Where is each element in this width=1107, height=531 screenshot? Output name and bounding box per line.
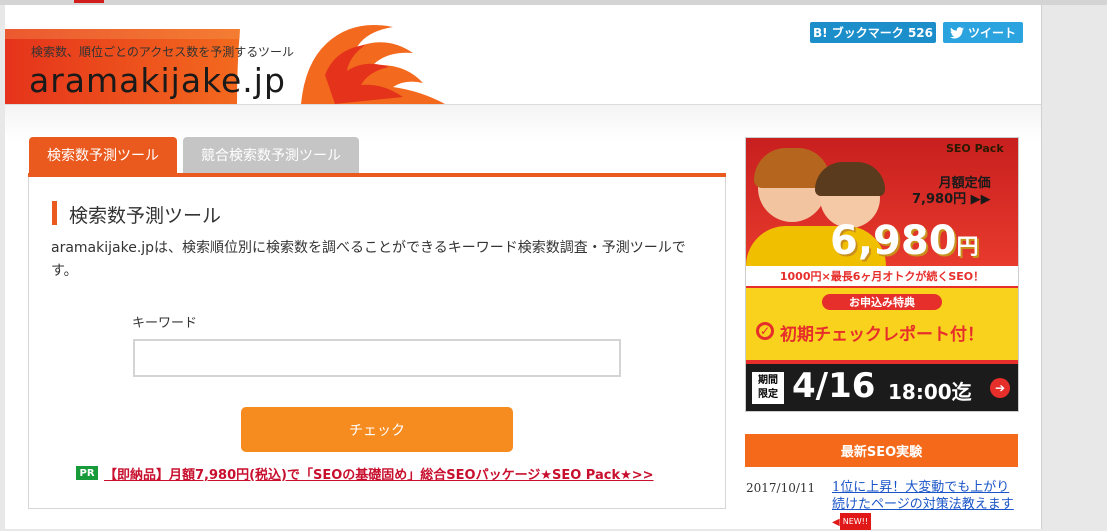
ad-special-box: お申込み特典 ✓ 初期チェックレポート付！ — [746, 288, 1018, 360]
ad-deadline-date: 4/16 — [792, 366, 876, 406]
ad-special-label: お申込み特典 — [822, 294, 942, 310]
seo-pack-banner-ad[interactable]: SEO Pack 月額定価 7,980円 ▶▶ 6,980円 1000円×最長6… — [745, 137, 1019, 412]
section-title: 検索数予測ツール — [69, 205, 222, 227]
tab-search-volume-tool[interactable]: 検索数予測ツール — [29, 137, 177, 173]
ad-brand: SEO Pack — [946, 142, 1004, 155]
ad-special-text: 初期チェックレポート付！ — [780, 325, 984, 345]
ad-sale-unit: 円 — [956, 235, 979, 260]
news-date: 2017/10/11 — [746, 481, 816, 495]
news-link[interactable]: 1位に上昇！大変動でも上がり続けたページの対策法教えます ◀ NEW!! — [832, 479, 1022, 531]
page: 検索数、順位ごとのアクセス数を予測するツール aramakijake.jp B!… — [5, 5, 1042, 531]
ad-limited-badge: 期間 限定 — [752, 372, 784, 404]
tweet-button-label: ツイート — [967, 26, 1016, 40]
ad-deadline-time: 18:00迄 — [888, 380, 972, 404]
ad-regular-price: 月額定価 7,980円 ▶▶ — [912, 176, 991, 208]
site-tagline: 検索数、順位ごとのアクセス数を予測するツール — [31, 45, 295, 59]
tool-description: aramakijake.jpは、検索順位別に検索数を調べることができるキーワード… — [51, 240, 686, 279]
new-arrow-icon: ◀ — [832, 517, 840, 528]
news-title: 1位に上昇！大変動でも上がり続けたページの対策法教えます — [832, 480, 1014, 512]
hatena-bookmark-button[interactable]: B! ブックマーク 526 — [810, 22, 936, 43]
header-sub-band — [5, 105, 1041, 141]
tweet-button[interactable]: ツイート — [943, 22, 1023, 43]
pr-ad-link[interactable]: 【即納品】月額7,980円(税込)で「SEOの基礎固め」総合SEOパッケージ★S… — [104, 464, 654, 483]
keyword-label: キーワード — [132, 316, 198, 331]
latest-seo-experiments-heading: 最新SEO実験 — [745, 434, 1018, 467]
ad-limited-line1: 期間 — [758, 375, 778, 386]
arrow-right-icon: ➔ — [990, 378, 1010, 398]
ad-limited-line2: 限定 — [758, 389, 778, 400]
check-button[interactable]: チェック — [241, 407, 513, 452]
tab-competitor-search-volume-tool[interactable]: 競合検索数予測ツール — [183, 137, 359, 173]
site-header: 検索数、順位ごとのアクセス数を予測するツール aramakijake.jp B!… — [5, 5, 1041, 105]
new-badge: NEW!! — [839, 513, 872, 530]
keyword-input[interactable] — [133, 339, 621, 377]
ad-sale-price: 6,980円 — [830, 218, 979, 264]
ad-regular-label: 月額定価 — [938, 176, 991, 191]
twitter-bird-icon — [949, 26, 964, 39]
section-title-accent — [52, 201, 57, 225]
pr-badge: PR — [76, 466, 98, 480]
check-circle-icon: ✓ — [756, 322, 774, 340]
ad-offer-text: 1000円×最長6ヶ月オトクが続くSEO！ — [746, 266, 1018, 286]
ad-sale-amount: 6,980 — [830, 218, 957, 264]
ad-regular-amount: 7,980円 ▶▶ — [912, 192, 991, 207]
browser-tab-indicator — [74, 0, 104, 3]
ad-deadline-bar: 期間限定 4/16 18:00迄 ➔ — [746, 364, 1018, 411]
tool-panel: 検索数予測ツール aramakijake.jpは、検索順位別に検索数を調べること… — [28, 177, 726, 509]
site-logo-text[interactable]: aramakijake.jp — [29, 61, 286, 100]
